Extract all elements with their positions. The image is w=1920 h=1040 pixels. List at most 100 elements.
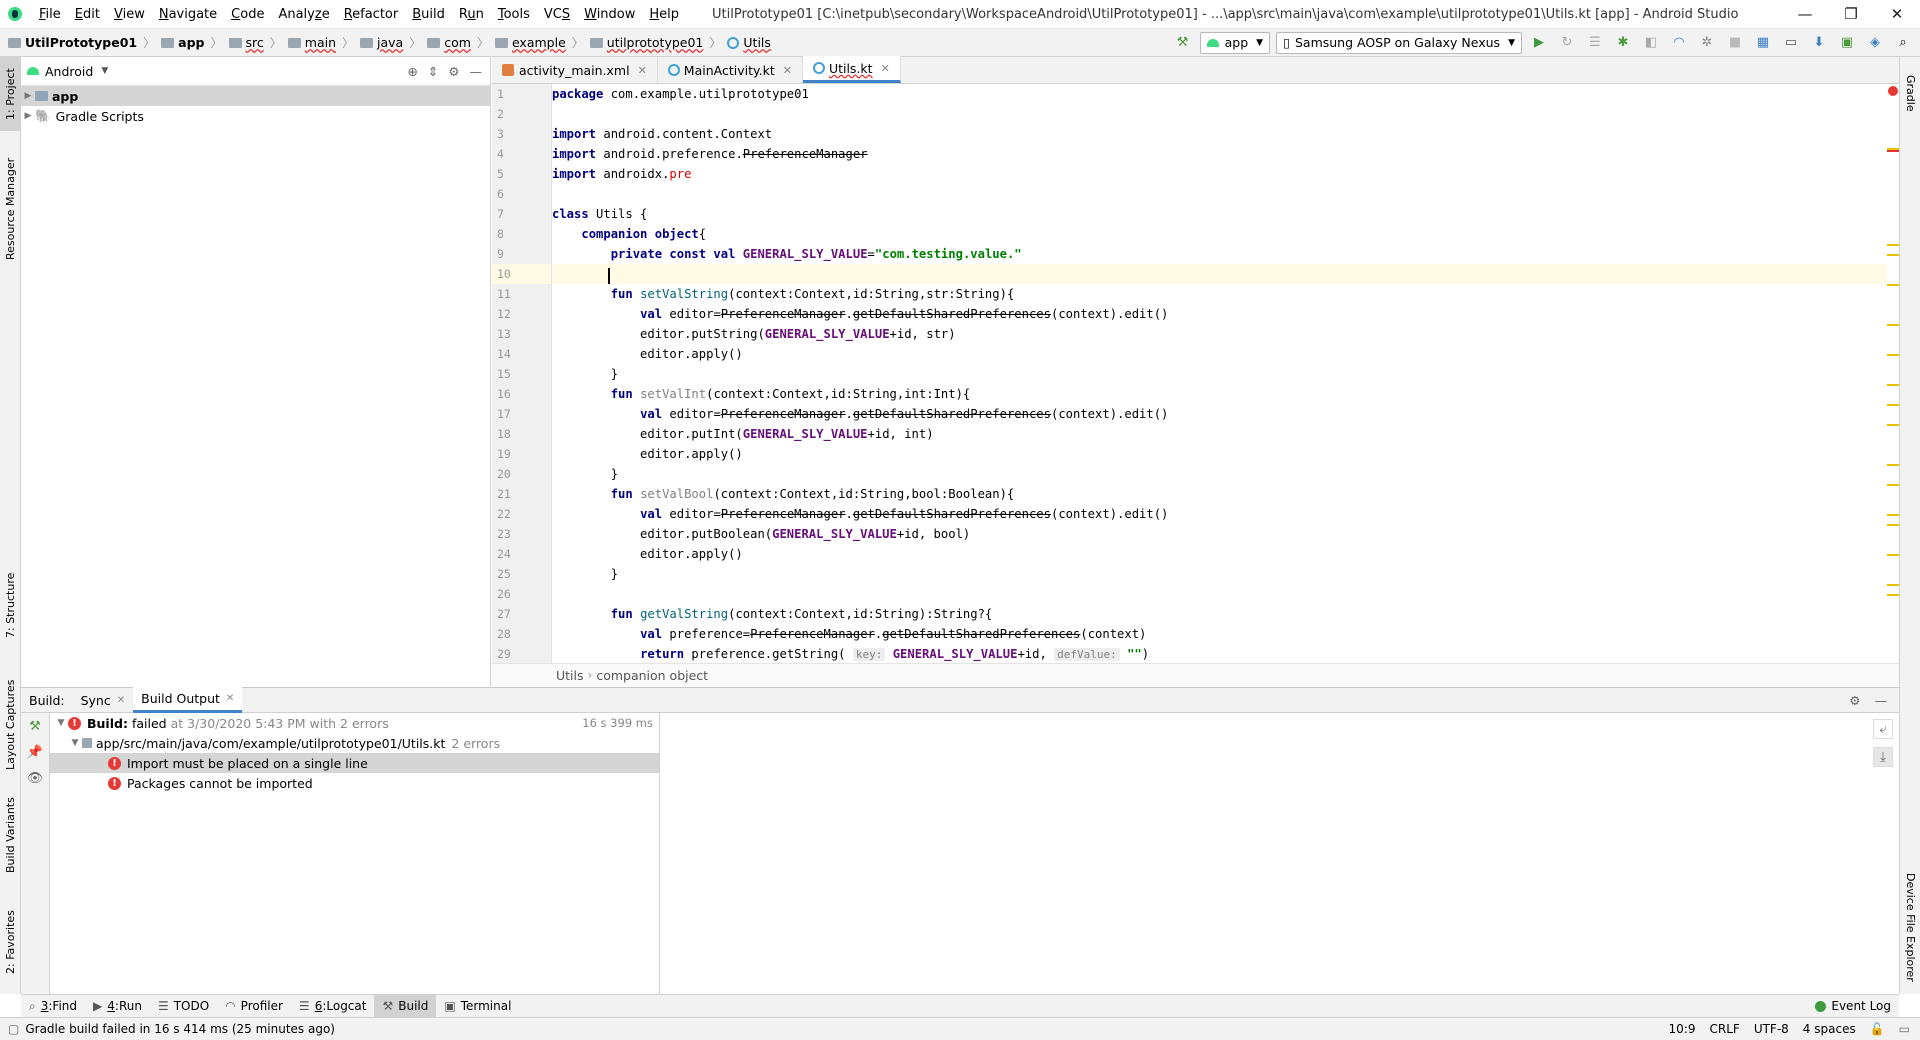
menu-edit[interactable]: Edit (68, 7, 107, 22)
line-number[interactable]: 6 (492, 184, 551, 204)
close-icon[interactable]: ✕ (226, 693, 234, 704)
pin-icon[interactable]: 📌 (21, 739, 49, 765)
line-number[interactable]: 18 (492, 424, 551, 444)
line-separator[interactable]: CRLF (1710, 1022, 1740, 1036)
apply-changes-icon[interactable]: ↻ (1556, 32, 1578, 54)
code-line[interactable]: package com.example.utilprototype01 (552, 84, 1887, 104)
line-number[interactable]: 19 (492, 444, 551, 464)
tree-item-gradle-scripts[interactable]: ▶ 🐘 Gradle Scripts (21, 106, 490, 126)
line-number[interactable]: 20 (492, 464, 551, 484)
build-file-row[interactable]: ▼ app/src/main/java/com/example/utilprot… (50, 733, 659, 753)
line-number[interactable]: 10 (492, 264, 551, 284)
lock-icon[interactable]: 🔓 (1870, 1022, 1885, 1036)
code-line[interactable]: import android.content.Context (552, 124, 1887, 144)
expand-arrow-icon[interactable]: ▶ (21, 111, 35, 121)
line-number[interactable]: 3 (492, 124, 551, 144)
status-message[interactable]: Gradle build failed in 16 s 414 ms (25 m… (25, 1022, 335, 1036)
apply-code-changes-icon[interactable]: ☰ (1584, 32, 1606, 54)
breadcrumb-item[interactable]: utilprototype01 (588, 35, 706, 50)
sdk-manager-icon[interactable]: ⬇ (1808, 32, 1830, 54)
warning-marker[interactable] (1887, 464, 1899, 466)
code-line[interactable]: fun setValInt(context:Context,id:String,… (552, 384, 1887, 404)
line-number[interactable]: 5 (492, 164, 551, 184)
line-number[interactable]: 27 (492, 604, 551, 624)
line-number[interactable]: 23 (492, 524, 551, 544)
tool-todo[interactable]: ☰ TODO (150, 995, 217, 1018)
code-line[interactable]: return preference.getString( key: GENERA… (552, 644, 1887, 663)
stop-icon[interactable]: ■ (1724, 32, 1746, 54)
tab-sync[interactable]: Sync ✕ (73, 687, 134, 713)
hide-icon[interactable]: — (470, 64, 483, 79)
close-icon[interactable]: ✕ (881, 62, 890, 75)
profile-icon[interactable]: ◠ (1668, 32, 1690, 54)
hide-icon[interactable]: — (1875, 693, 1888, 708)
line-number[interactable]: 26 (492, 584, 551, 604)
close-button[interactable]: ✕ (1874, 0, 1920, 29)
debug-icon[interactable]: ✱ (1612, 32, 1634, 54)
close-icon[interactable]: ✕ (783, 64, 792, 77)
menu-help[interactable]: Help (642, 7, 686, 22)
menu-code[interactable]: Code (224, 7, 271, 22)
code-line[interactable]: val preference=PreferenceManager.getDefa… (552, 624, 1887, 644)
project-tool-tab[interactable]: 1: Project (0, 57, 21, 131)
code-editor[interactable]: package com.example.utilprototype01 impor… (552, 84, 1887, 663)
code-line[interactable]: private const val GENERAL_SLY_VALUE="com… (552, 244, 1887, 264)
build-variants-tool-tab[interactable]: Build Variants (0, 787, 21, 883)
line-number[interactable]: 9 (492, 244, 551, 264)
tree-item-app[interactable]: ▶ app (21, 86, 490, 106)
code-line[interactable] (552, 184, 1887, 204)
soft-wrap-icon[interactable]: ⤶ (1873, 719, 1893, 739)
expand-arrow-icon[interactable]: ▼ (54, 718, 68, 728)
hammer-icon[interactable]: ⚒ (1172, 32, 1194, 54)
device-manager-icon[interactable]: ▣ (1836, 32, 1858, 54)
close-icon[interactable]: ✕ (117, 695, 125, 706)
search-icon[interactable]: ⌕ (1892, 32, 1914, 54)
code-line[interactable]: editor.putString(GENERAL_SLY_VALUE+id, s… (552, 324, 1887, 344)
tool-profiler[interactable]: ◠ Profiler (217, 995, 291, 1018)
event-log-button[interactable]: Event Log (1807, 995, 1899, 1018)
locate-icon[interactable]: ⊕ (407, 64, 417, 79)
build-error-row[interactable]: ! Packages cannot be imported (50, 773, 659, 793)
device-select[interactable]: ▯ Samsung AOSP on Galaxy Nexus ▼ (1276, 31, 1522, 54)
code-line[interactable]: } (552, 464, 1887, 484)
code-line[interactable]: val editor=PreferenceManager.getDefaultS… (552, 404, 1887, 424)
warning-marker[interactable] (1887, 404, 1899, 406)
menu-tools[interactable]: Tools (491, 7, 537, 22)
line-number[interactable]: 12 (492, 304, 551, 324)
warning-marker[interactable] (1887, 244, 1899, 246)
tool-run[interactable]: ▶ 4: Run (85, 995, 150, 1018)
warning-marker[interactable] (1887, 150, 1899, 152)
warning-marker[interactable] (1887, 384, 1899, 386)
line-number[interactable]: 8 (492, 224, 551, 244)
project-view-select[interactable]: Android (45, 64, 93, 79)
error-indicator-icon[interactable] (1888, 86, 1898, 96)
collapse-all-icon[interactable]: ⇕ (428, 64, 438, 79)
breadcrumb-item[interactable]: main (286, 35, 338, 50)
editor-breadcrumb-item[interactable]: companion object (596, 668, 708, 683)
layout-inspector-icon[interactable]: ◈ (1864, 32, 1886, 54)
layout-captures-tool-tab[interactable]: Layout Captures (0, 677, 21, 773)
breadcrumb-item[interactable]: src (227, 35, 266, 50)
breadcrumb-item[interactable]: app (159, 35, 206, 50)
tab-activity-main-xml[interactable]: activity_main.xml ✕ (492, 57, 658, 83)
code-line[interactable]: fun setValString(context:Context,id:Stri… (552, 284, 1887, 304)
line-number[interactable]: 4 (492, 144, 551, 164)
line-number[interactable]: 14 (492, 344, 551, 364)
minimize-button[interactable]: — (1782, 0, 1828, 29)
breadcrumb-item[interactable]: Utils (725, 35, 773, 50)
code-line[interactable]: editor.putInt(GENERAL_SLY_VALUE+id, int) (552, 424, 1887, 444)
run-icon[interactable]: ▶ (1528, 32, 1550, 54)
menu-file[interactable]: File (32, 7, 68, 22)
menu-vcs[interactable]: VCS (537, 7, 577, 22)
avd-manager-icon[interactable]: ▭ (1780, 32, 1802, 54)
warning-marker[interactable] (1887, 484, 1899, 486)
code-line[interactable]: class Utils { (552, 204, 1887, 224)
menu-navigate[interactable]: Navigate (152, 7, 224, 22)
menu-run[interactable]: Run (452, 7, 491, 22)
file-encoding[interactable]: UTF-8 (1754, 1022, 1789, 1036)
expand-arrow-icon[interactable]: ▼ (68, 738, 82, 748)
line-number[interactable]: 29 (492, 644, 551, 664)
code-line[interactable]: editor.apply() (552, 444, 1887, 464)
memory-indicator-icon[interactable]: ▭ (1899, 1022, 1910, 1036)
gradle-tool-tab[interactable]: Gradle (1900, 63, 1920, 123)
